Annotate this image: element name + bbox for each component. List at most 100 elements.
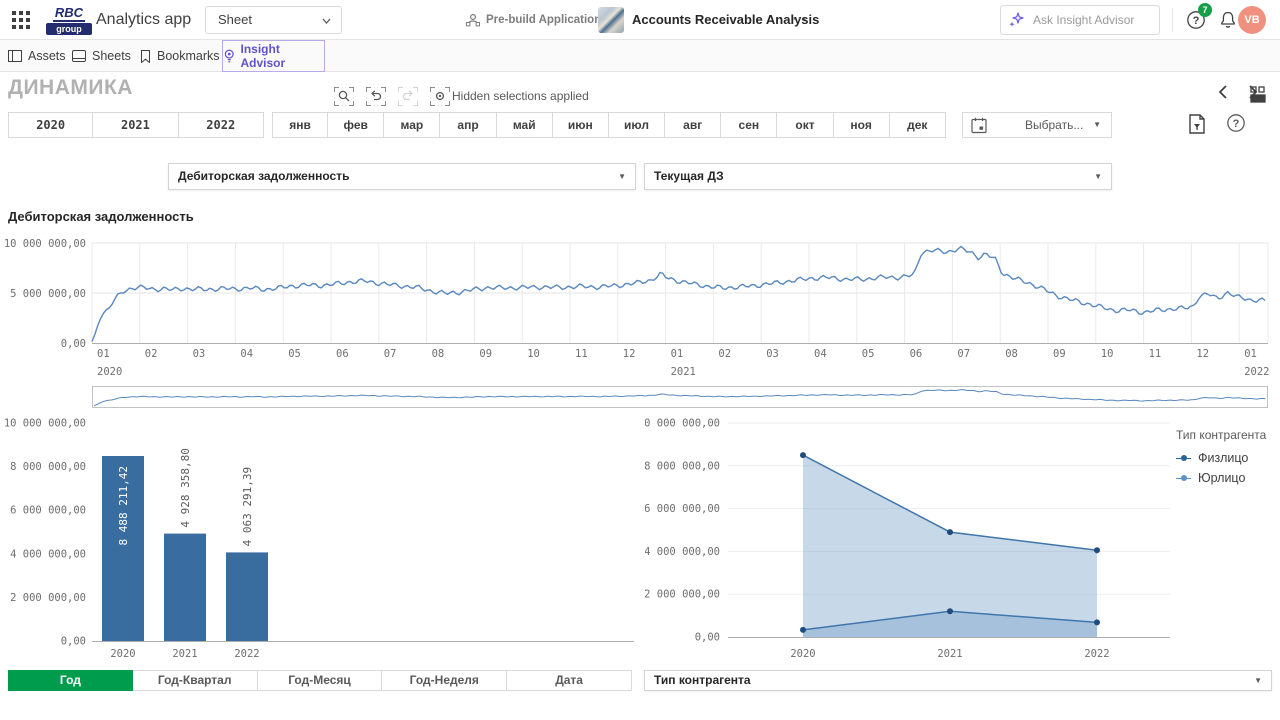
legend-item-fizlico[interactable]: Физлицо <box>1176 451 1276 465</box>
tab-bookmarks[interactable]: Bookmarks <box>140 40 220 72</box>
svg-text:2020: 2020 <box>110 648 135 660</box>
svg-text:?: ? <box>1193 15 1200 27</box>
month-filter-ноя[interactable]: ноя <box>834 112 890 138</box>
prev-sheet-icon[interactable] <box>1214 82 1234 102</box>
line-chart-title: Дебиторская задолженность <box>8 209 194 224</box>
bell-icon[interactable] <box>1218 10 1238 30</box>
svg-text:2020: 2020 <box>97 366 122 378</box>
svg-text:2021: 2021 <box>671 366 696 378</box>
more-options-icon[interactable]: ⋯ <box>792 0 808 40</box>
dimension-dropdown[interactable]: Тип контрагента ▼ <box>644 670 1272 691</box>
svg-text:2022: 2022 <box>1244 366 1269 378</box>
month-filter-дек[interactable]: дек <box>890 112 946 138</box>
legend-item-label: Физлицо <box>1198 451 1248 465</box>
sheet-selector-value: Sheet <box>218 7 252 33</box>
month-filter-окт[interactable]: окт <box>777 112 833 138</box>
time-button-Год[interactable]: Год <box>8 670 133 691</box>
measure-dropdown[interactable]: Дебиторская задолженность ▼ <box>168 163 636 190</box>
insight-advisor-label: Insight Advisor <box>240 42 324 70</box>
time-granularity-group: ГодГод-КварталГод-МесяцГод-НеделяДата <box>8 670 632 691</box>
month-filter-янв[interactable]: янв <box>272 112 328 138</box>
tab-sheets[interactable]: Sheets <box>72 40 131 72</box>
year-filter-group: 202020212022 <box>8 112 264 138</box>
legend-title: Тип контрагента <box>1176 428 1276 442</box>
svg-text:04: 04 <box>240 348 253 360</box>
month-filter-group: янвфевмарапрмайиюниюлавгсеноктноядек <box>272 112 946 138</box>
redo-selection-icon[interactable] <box>398 87 418 106</box>
caret-down-icon: ▼ <box>1254 671 1262 690</box>
search-selections-icon[interactable] <box>334 87 354 106</box>
app-launcher-icon[interactable] <box>12 11 30 29</box>
month-filter-авг[interactable]: авг <box>665 112 721 138</box>
svg-text:2 000 000,00: 2 000 000,00 <box>645 589 720 601</box>
month-filter-июн[interactable]: июн <box>553 112 609 138</box>
ask-insight-advisor-input[interactable]: Ask Insight Advisor <box>1000 5 1160 35</box>
avatar[interactable]: VB <box>1238 6 1266 34</box>
chart-range-navigator[interactable] <box>92 386 1268 408</box>
caret-down-icon: ▼ <box>1093 113 1101 137</box>
year-filter-2021[interactable]: 2021 <box>93 112 178 138</box>
time-button-Год-Неделя[interactable]: Год-Неделя <box>382 670 507 691</box>
month-filter-сен[interactable]: сен <box>721 112 777 138</box>
year-filter-2022[interactable]: 2022 <box>179 112 264 138</box>
insight-advisor-button[interactable]: Insight Advisor <box>222 40 325 72</box>
receivables-line-chart[interactable]: 0,005 000 000,0010 000 000,0001020304050… <box>0 228 1280 380</box>
space-breadcrumb[interactable]: Pre-build Applications <box>466 0 608 40</box>
sparkle-icon <box>1009 12 1025 28</box>
selections-tool-icon[interactable] <box>1186 113 1208 135</box>
app-root: RBC group Analytics app Sheet Pre-build … <box>0 0 1280 720</box>
month-filter-мар[interactable]: мар <box>384 112 440 138</box>
svg-text:0,00: 0,00 <box>695 632 720 644</box>
tab-bookmarks-label: Bookmarks <box>157 49 220 63</box>
page-title: ДИНАМИКА <box>8 76 133 100</box>
svg-text:2022: 2022 <box>234 648 259 660</box>
line-marker-icon <box>1176 455 1191 462</box>
next-sheet-icon[interactable] <box>1242 82 1262 102</box>
year-filter-2020[interactable]: 2020 <box>8 112 93 138</box>
svg-text:12: 12 <box>623 348 636 360</box>
month-filter-фев[interactable]: фев <box>328 112 384 138</box>
svg-text:04: 04 <box>814 348 827 360</box>
svg-text:05: 05 <box>288 348 301 360</box>
sheet-help-icon[interactable]: ? <box>1226 113 1246 133</box>
line-marker-icon <box>1176 475 1191 482</box>
svg-text:2020: 2020 <box>790 648 815 660</box>
undo-selection-icon[interactable] <box>366 87 386 106</box>
hidden-selections-icon[interactable] <box>430 87 450 106</box>
debt-type-dropdown[interactable]: Текущая ДЗ ▼ <box>644 163 1112 190</box>
month-filter-апр[interactable]: апр <box>440 112 496 138</box>
svg-text:06: 06 <box>910 348 923 360</box>
legend-item-jurlico[interactable]: Юрлицо <box>1176 471 1276 485</box>
area-chart-legend: Тип контрагента Физлицо Юрлицо <box>1176 428 1276 491</box>
assets-icon <box>8 50 22 62</box>
time-button-Год-Месяц[interactable]: Год-Месяц <box>258 670 383 691</box>
time-button-Год-Квартал[interactable]: Год-Квартал <box>133 670 258 691</box>
svg-text:2022: 2022 <box>1084 648 1109 660</box>
sheets-icon <box>72 50 86 62</box>
svg-text:09: 09 <box>479 348 492 360</box>
space-label: Pre-build Applications <box>486 14 608 26</box>
month-filter-июл[interactable]: июл <box>609 112 665 138</box>
month-filter-май[interactable]: май <box>497 112 553 138</box>
svg-text:2021: 2021 <box>172 648 197 660</box>
svg-text:01: 01 <box>671 348 684 360</box>
receivables-by-year-bar-chart[interactable]: 0,002 000 000,004 000 000,006 000 000,00… <box>0 416 645 666</box>
svg-text:10 000 000,00: 10 000 000,00 <box>4 418 86 430</box>
app-thumbnail <box>598 7 624 33</box>
svg-text:02: 02 <box>145 348 158 360</box>
svg-text:11: 11 <box>1149 348 1162 360</box>
svg-text:10 000 000,00: 10 000 000,00 <box>645 418 720 430</box>
dimension-dropdown-value: Тип контрагента <box>654 671 751 690</box>
svg-text:2021: 2021 <box>937 648 962 660</box>
caret-down-icon: ▼ <box>1094 164 1102 189</box>
date-picker[interactable]: Выбрать... ▼ <box>962 112 1112 138</box>
svg-text:11: 11 <box>575 348 588 360</box>
svg-text:05: 05 <box>862 348 875 360</box>
sheet-selector[interactable]: Sheet <box>205 6 342 34</box>
calendar-icon <box>971 117 987 134</box>
time-button-Дата[interactable]: Дата <box>507 670 632 691</box>
tab-assets[interactable]: Assets <box>8 40 66 72</box>
svg-text:10: 10 <box>1101 348 1114 360</box>
svg-text:4 928 358,80: 4 928 358,80 <box>179 448 192 527</box>
svg-text:10 000 000,00: 10 000 000,00 <box>4 238 86 250</box>
